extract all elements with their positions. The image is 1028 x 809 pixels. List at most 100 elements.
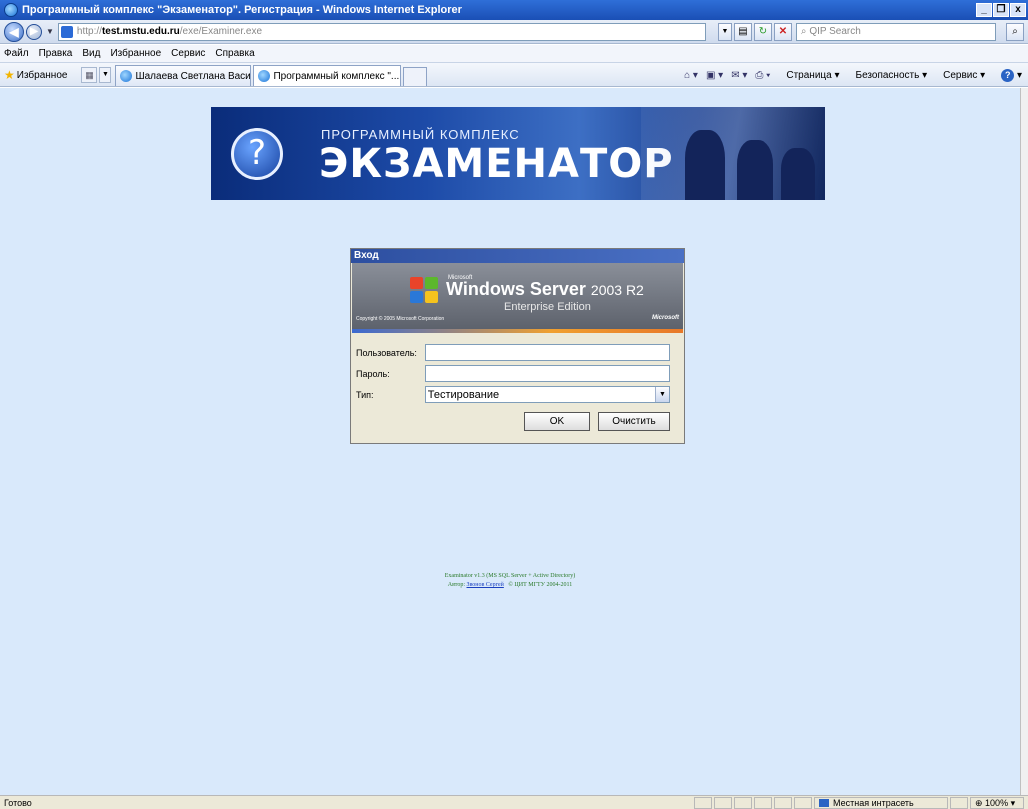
page-favicon-icon (60, 25, 73, 38)
product-version: 2003 R2 (590, 282, 644, 298)
safety-menu[interactable]: Безопасность ▾ (848, 70, 928, 81)
type-row: Тип: Тестирование ▼ (356, 385, 670, 404)
close-window-button[interactable]: x (1010, 3, 1026, 17)
status-pane (754, 796, 772, 809)
new-tab-button[interactable] (403, 67, 428, 86)
type-select[interactable]: Тестирование ▼ (424, 386, 670, 403)
menu-bar: Файл Правка Вид Избранное Сервис Справка (0, 45, 1028, 63)
status-pane (734, 796, 752, 809)
password-label: Пароль: (356, 368, 390, 379)
url-prefix: http:// (76, 26, 102, 37)
microsoft-logo: Microsoft (652, 315, 679, 321)
tab-label: Программный комплекс "... (273, 70, 400, 82)
banner-subtitle: ПРОГРАММНЫЙ КОМПЛЕКС (321, 127, 520, 142)
login-buttons: OK Очистить (356, 412, 670, 431)
tab-shalaeva[interactable]: Шалаева Светлана Василь... (115, 65, 252, 86)
minimize-button[interactable]: _ (976, 3, 992, 17)
zoom-control[interactable]: ⊕ 100% ▾ (970, 796, 1024, 809)
security-zone[interactable]: Местная интрасеть (814, 796, 948, 809)
menu-file[interactable]: Файл (4, 48, 29, 59)
type-selected-value: Тестирование (427, 388, 500, 401)
tools-menu-label: Сервис (943, 69, 978, 81)
url-host: test.mstu.edu.ru (101, 26, 180, 37)
login-dialog-title: Вход (351, 249, 684, 263)
product-edition: Enterprise Edition (504, 301, 591, 313)
tab-examiner[interactable]: Программный комплекс "... x (253, 65, 402, 86)
author-link[interactable]: Звонов Сергей (467, 582, 504, 588)
url-dropdown-icon[interactable]: ▼ (717, 22, 732, 41)
password-input[interactable] (424, 365, 670, 382)
user-row: Пользователь: (356, 343, 670, 362)
search-button[interactable]: ⌕ (1006, 22, 1024, 41)
user-input[interactable] (424, 344, 670, 361)
status-pane (714, 796, 732, 809)
page-footer: Examinator v1.3 (MS SQL Server + Active … (0, 572, 1020, 590)
status-text: Готово (4, 797, 32, 808)
login-dialog: Вход Microsoft Windows Server 2003 R2 En… (350, 248, 685, 444)
ok-button[interactable]: OK (524, 412, 590, 431)
status-panes: Местная интрасеть ⊕ 100% ▾ (694, 796, 1028, 809)
history-dropdown-icon[interactable]: ▼ (46, 27, 54, 36)
page-menu-label: Страница (786, 69, 832, 81)
search-input[interactable]: ⌕ QIP Search (795, 22, 996, 41)
restore-button[interactable]: ❐ (993, 3, 1009, 17)
ms-copyright: Copyright © 2005 Microsoft Corporation (356, 316, 445, 322)
safety-menu-label: Безопасность (855, 69, 920, 81)
page-content: ? ПРОГРАММНЫЙ КОМПЛЕКС ЭКЗАМЕНАТОР Вход … (0, 88, 1020, 795)
vertical-scrollbar[interactable] (1020, 88, 1028, 795)
tab-ie-icon (120, 70, 133, 82)
mail-icon[interactable]: ✉ ▾ (731, 70, 747, 81)
chevron-down-icon[interactable]: ▼ (655, 387, 669, 402)
menu-edit[interactable]: Правка (39, 48, 73, 59)
status-bar: Готово Местная интрасеть ⊕ 100% ▾ (0, 795, 1028, 809)
examiner-banner: ? ПРОГРАММНЫЙ КОМПЛЕКС ЭКЗАМЕНАТОР (211, 107, 825, 200)
tools-menu[interactable]: Сервис ▾ (935, 70, 985, 81)
star-icon: ★ (4, 68, 15, 82)
forward-button[interactable]: ▶ (26, 23, 42, 40)
banner-people-image (641, 107, 825, 200)
feeds-icon[interactable]: ▣ ▾ (706, 70, 723, 81)
refresh-icon[interactable]: ↻ (753, 22, 772, 41)
person-silhouette (737, 140, 773, 200)
home-icon[interactable]: ⌂ ▾ (684, 70, 698, 81)
compatibility-icon[interactable]: ▤ (733, 22, 752, 41)
product-name: Windows Server 2003 R2 (446, 279, 644, 300)
page-menu[interactable]: Страница ▾ (778, 70, 839, 81)
status-pane (794, 796, 812, 809)
type-label: Тип: (356, 389, 374, 400)
title-bar: Программный комплекс "Экзаменатор". Реги… (0, 0, 1028, 20)
quick-tabs-icon[interactable]: ▦ (81, 67, 98, 83)
menu-favorites[interactable]: Избранное (110, 48, 161, 59)
help-menu[interactable]: ? ▾ (993, 68, 1022, 82)
ie-logo-icon (4, 3, 18, 17)
footer-author-label: Автор: (447, 582, 465, 588)
menu-help[interactable]: Справка (215, 48, 254, 59)
search-placeholder: QIP Search (809, 26, 861, 37)
status-pane (774, 796, 792, 809)
search-glass-icon: ⌕ (800, 26, 810, 37)
favorites-button[interactable]: ★ Избранное (4, 64, 67, 86)
intranet-icon (819, 798, 829, 807)
windows-flag-icon (410, 277, 440, 305)
menu-tools[interactable]: Сервис (171, 48, 205, 59)
menu-view[interactable]: Вид (82, 48, 100, 59)
address-bar: ◀ ▶ ▼ http://test.mstu.edu.ru/exe/Examin… (0, 20, 1028, 44)
url-path: /exe/Examiner.exe (179, 26, 262, 37)
question-mark-icon: ? (231, 128, 283, 180)
protected-mode-icon[interactable] (950, 796, 968, 809)
banner-title: ЭКЗАМЕНАТОР (319, 141, 674, 187)
command-bar: ⌂ ▾ ▣ ▾ ✉ ▾ ⎙ ▾ Страница ▾ Безопасность … (676, 64, 1022, 86)
tab-ie-icon (258, 70, 271, 82)
back-button[interactable]: ◀ (4, 21, 24, 42)
print-icon[interactable]: ⎙ ▾ (755, 70, 770, 81)
user-label: Пользователь: (356, 347, 417, 358)
clear-button[interactable]: Очистить (598, 412, 670, 431)
person-silhouette (781, 148, 815, 200)
url-input[interactable]: http://test.mstu.edu.ru/exe/Examiner.exe (57, 22, 706, 41)
tab-list-dropdown-icon[interactable]: ▼ (99, 67, 112, 83)
window-controls: _ ❐ x (976, 3, 1026, 17)
stop-icon[interactable]: ✕ (773, 22, 792, 41)
footer-copyright: © ЦИТ МГТУ 2004-2011 (508, 582, 573, 588)
footer-author-line: Автор: Звонов Сергей © ЦИТ МГТУ 2004-201… (0, 581, 1020, 590)
help-icon: ? (1001, 68, 1015, 82)
